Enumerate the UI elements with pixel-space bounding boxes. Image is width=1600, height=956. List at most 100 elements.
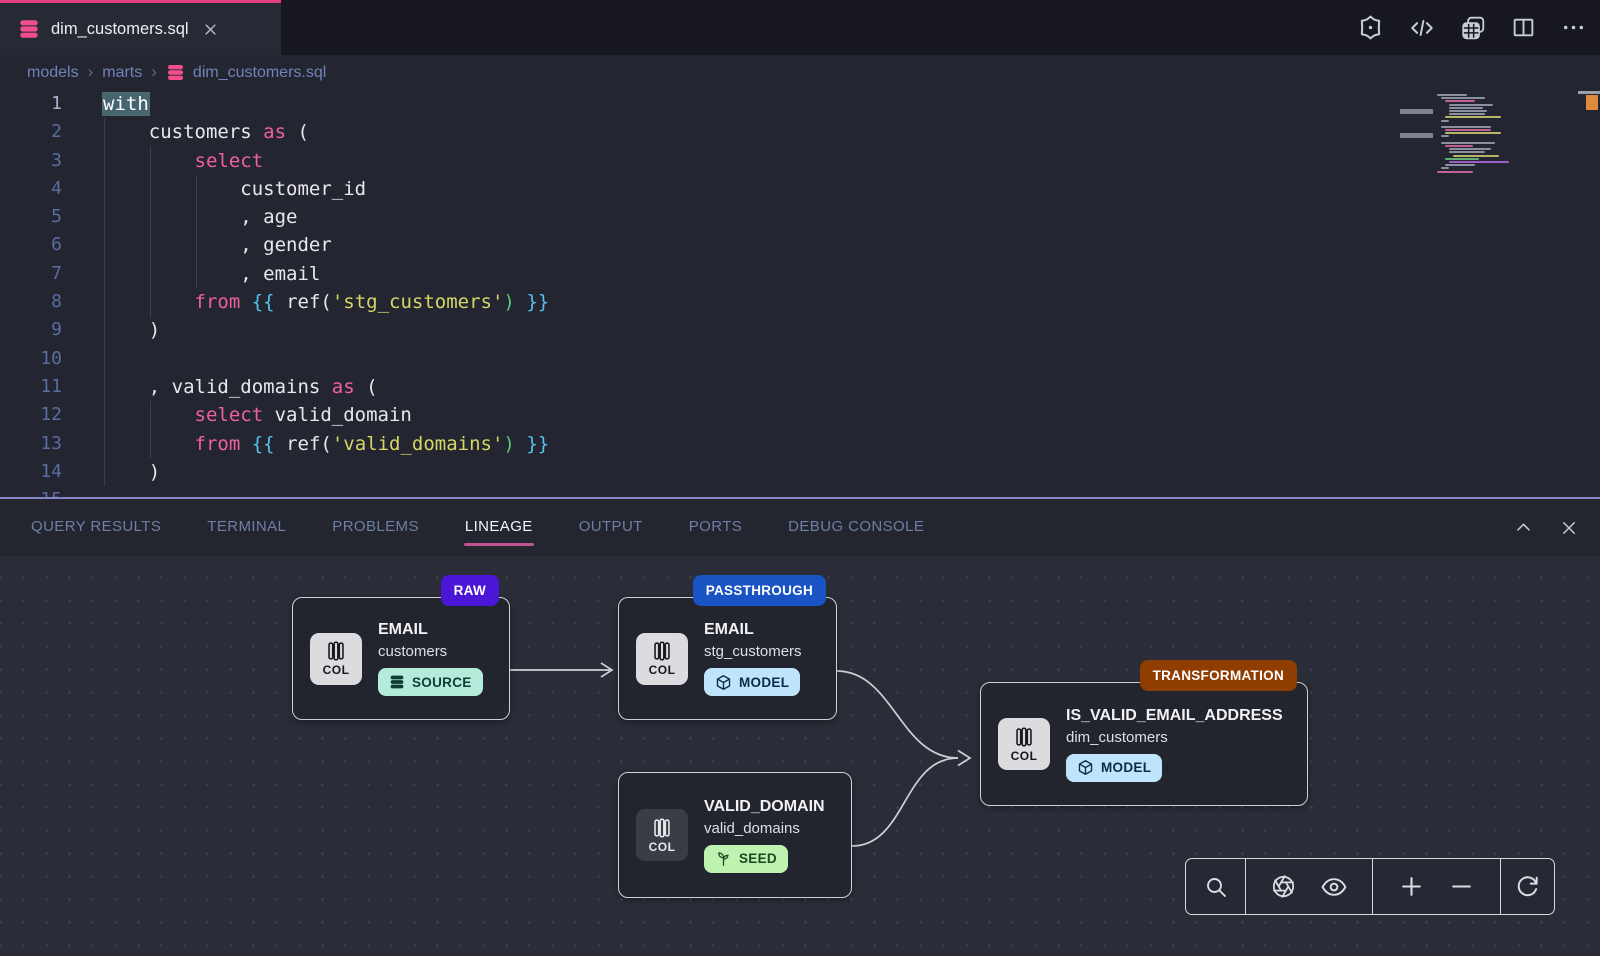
breadcrumb-item[interactable]: models [27,64,79,82]
database-icon [166,63,185,82]
code-icon[interactable] [1409,15,1435,41]
badge-transformation: TRANSFORMATION [1140,660,1297,691]
zoom-out-icon[interactable] [1449,874,1474,899]
line-number: 12 [0,401,62,429]
breadcrumb-item[interactable]: marts [102,64,142,82]
search-icon[interactable] [1204,875,1228,899]
code-token: customer_id [103,178,366,200]
aperture-icon[interactable] [1271,874,1296,899]
column-icon-label: COL [323,663,350,677]
code-line: 11 , valid_domains as ( [0,373,1600,401]
split-editor-icon[interactable] [1511,15,1536,40]
columns-glyph [651,817,673,839]
lineage-canvas[interactable]: RAWCOLEMAILcustomersSOURCEPASSTHROUGHCOL… [0,556,1600,956]
lineage-node-dim_customers[interactable]: TRANSFORMATIONCOLIS_VALID_EMAIL_ADDRESSd… [980,682,1308,806]
code-token: select [103,404,263,426]
breadcrumb-item-file[interactable]: dim_customers.sql [166,63,326,82]
code-line: 14 ) [0,458,1600,486]
minimap-line [1441,120,1449,122]
node-kind-label: MODEL [1101,760,1151,775]
node-model-name: stg_customers [704,643,802,660]
code-token: ) [103,319,160,341]
code-editor[interactable]: 1with2 customers as (3 select4 customer_… [0,90,1600,497]
panel-tab-label: QUERY RESULTS [31,518,161,535]
lineage-node-stg_customers[interactable]: PASSTHROUGHCOLEMAILstg_customersMODEL [618,597,837,720]
lineage-toolbar [1185,858,1555,915]
badge-raw: RAW [441,575,499,606]
zoom-in-icon[interactable] [1399,874,1424,899]
code-line: 5 , age [0,203,1600,231]
indent-guide [196,175,197,288]
code-token: ( [286,121,309,143]
node-column-name: EMAIL [704,621,802,639]
minimap-line [1449,107,1483,109]
code-line: 7 , email [0,260,1600,288]
column-icon: COL [998,718,1050,770]
tab-close-icon[interactable] [203,22,218,37]
node-column-name: EMAIL [378,621,483,639]
line-number: 14 [0,458,62,486]
code-token: }} [526,291,549,313]
panel-tabs: QUERY RESULTS TERMINAL PROBLEMS LINEAGE OUTP… [0,512,925,544]
panel-tab-output[interactable]: OUTPUT [578,512,644,544]
line-number: 8 [0,288,62,316]
eye-icon[interactable] [1321,874,1347,900]
node-content: EMAILstg_customersMODEL [704,621,802,696]
code-token: ( [355,376,378,398]
code-token: as [263,121,286,143]
line-number: 7 [0,260,62,288]
breadcrumb-label: dim_customers.sql [193,64,326,82]
code-token: {{ [252,433,275,455]
code-line: 13 from {{ ref('valid_domains') }} [0,430,1600,458]
panel-tab-debug-console[interactable]: DEBUG CONSOLE [787,512,925,544]
minimap[interactable] [1437,94,1533,264]
columns-glyph [651,640,673,662]
code-line: 12 select valid_domain [0,401,1600,429]
code-token: as [332,376,355,398]
column-icon-label: COL [649,840,676,854]
collapse-panel-icon[interactable] [1514,518,1533,537]
code-text: , email [103,260,320,288]
code-token: , valid_domains [103,376,332,398]
panel-tab-problems[interactable]: PROBLEMS [331,512,420,544]
breadcrumb[interactable]: models › marts › dim_customers.sql [0,55,1600,90]
database-icon [18,18,40,40]
column-icon-label: COL [649,663,676,677]
code-line: 4 customer_id [0,175,1600,203]
line-number: 10 [0,345,62,373]
overview-ruler-mark [1400,109,1433,114]
line-number: 6 [0,231,62,259]
breadcrumb-separator: › [151,62,157,82]
dbt-icon[interactable] [1357,14,1384,41]
panel-tab-terminal[interactable]: TERMINAL [206,512,287,544]
minimap-line [1441,135,1449,137]
code-text: ) [103,316,160,344]
node-content: EMAILcustomersSOURCE [378,621,483,696]
lineage-node-valid_domains[interactable]: COLVALID_DOMAINvalid_domainsSEED [618,772,852,898]
copy-table-icon[interactable] [1460,15,1486,41]
code-token: with [103,93,149,115]
node-model-name: customers [378,643,483,660]
more-icon[interactable] [1561,15,1586,40]
code-token: {{ [252,291,275,313]
minimap-line [1441,126,1491,128]
panel-header: QUERY RESULTS TERMINAL PROBLEMS LINEAGE OUTP… [0,499,1600,556]
code-token: valid_domain [263,404,412,426]
breadcrumb-separator: › [88,62,94,82]
panel-tab-label: DEBUG CONSOLE [788,518,924,535]
lineage-node-customers[interactable]: RAWCOLEMAILcustomersSOURCE [292,597,510,720]
indent-guide [104,118,105,486]
panel-tab-lineage[interactable]: LINEAGE [464,512,534,544]
panel-tab-query-results[interactable]: QUERY RESULTS [30,512,162,544]
tab-dim-customers-sql[interactable]: dim_customers.sql [0,0,281,55]
minimap-line [1445,164,1475,166]
model-icon [1077,759,1094,776]
line-number: 2 [0,118,62,146]
code-text: , valid_domains as ( [103,373,378,401]
close-panel-icon[interactable] [1560,519,1578,537]
panel-tab-ports[interactable]: PORTS [688,512,743,544]
refresh-icon[interactable] [1515,874,1540,899]
node-column-name: VALID_DOMAIN [704,798,825,816]
code-text: from {{ ref('valid_domains') }} [103,430,549,458]
code-lines: 1with2 customers as (3 select4 customer_… [0,90,1600,497]
